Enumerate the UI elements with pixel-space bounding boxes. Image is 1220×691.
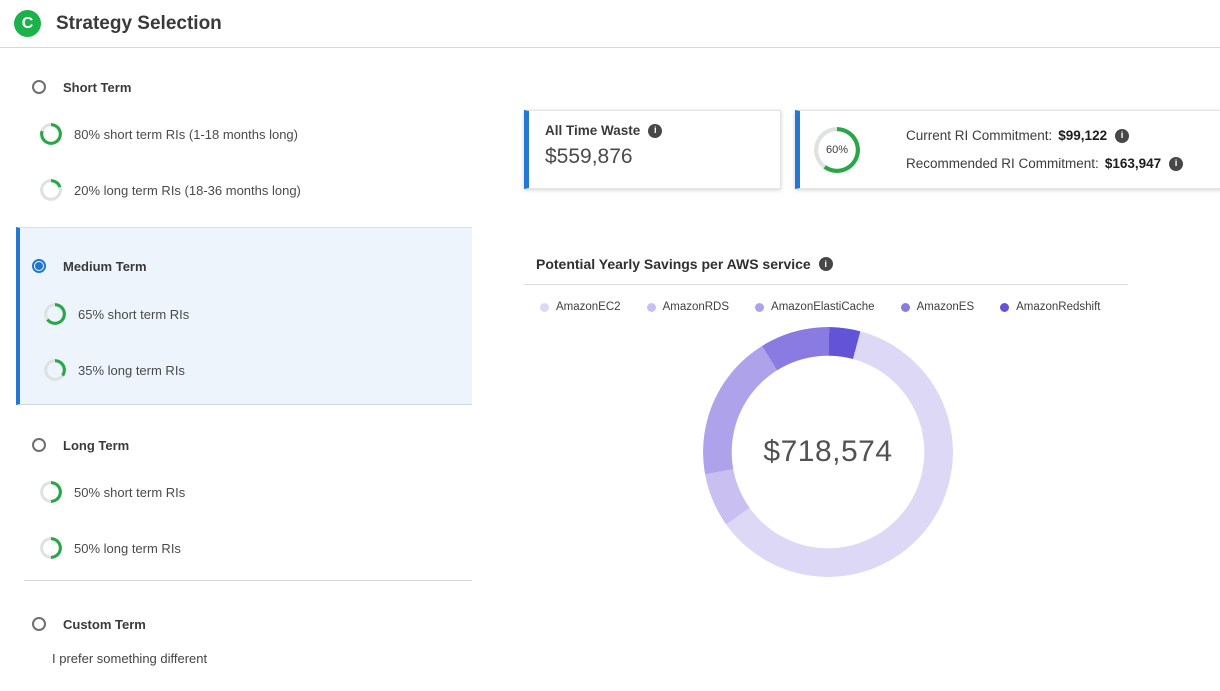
recommended-commitment-value: $163,947 <box>1105 156 1161 171</box>
commitment-ring-label: 60% <box>814 127 860 173</box>
legend-dot <box>755 303 764 312</box>
option-label: 65% short term RIs <box>78 307 189 322</box>
progress-ring-icon <box>44 303 66 325</box>
info-icon[interactable] <box>819 257 833 271</box>
strategy-custom-term[interactable]: Custom Term <box>32 615 146 633</box>
option-label: 35% long term RIs <box>78 363 185 378</box>
radio-short-term[interactable] <box>32 80 46 94</box>
option-row: 50% short term RIs <box>40 481 185 503</box>
legend-item-amazonrds[interactable]: AmazonRDS <box>647 301 729 313</box>
legend-item-amazonec2[interactable]: AmazonEC2 <box>540 301 621 313</box>
option-row: 50% long term RIs <box>40 537 181 559</box>
current-commitment-label: Current RI Commitment: <box>906 128 1052 143</box>
legend-item-amazones[interactable]: AmazonES <box>901 301 975 313</box>
commitment-progress-ring: 60% <box>814 127 860 173</box>
divider <box>524 284 1128 285</box>
progress-ring-icon <box>40 179 62 201</box>
option-row: 80% short term RIs (1-18 months long) <box>40 123 298 145</box>
option-label: 50% long term RIs <box>74 541 181 556</box>
strategy-label: Custom Term <box>63 617 146 632</box>
legend-dot <box>647 303 656 312</box>
legend-item-amazonelasticache[interactable]: AmazonElastiCache <box>755 301 875 313</box>
chart-legend: AmazonEC2 AmazonRDS AmazonElastiCache Am… <box>540 301 1101 313</box>
radio-medium-term[interactable] <box>32 259 46 273</box>
radio-custom-term[interactable] <box>32 617 46 631</box>
option-label: 50% short term RIs <box>74 485 185 500</box>
legend-dot <box>540 303 549 312</box>
legend-dot <box>901 303 910 312</box>
radio-long-term[interactable] <box>32 438 46 452</box>
cloudability-logo-icon: C <box>14 10 41 37</box>
page-header: C Strategy Selection <box>0 0 1220 48</box>
option-row: 65% short term RIs <box>44 303 189 325</box>
legend-dot <box>1000 303 1009 312</box>
legend-item-amazonredshift[interactable]: AmazonRedshift <box>1000 301 1100 313</box>
progress-ring-icon <box>40 537 62 559</box>
strategy-selection-page: C Strategy Selection Short Term 80% shor… <box>0 0 1220 691</box>
option-label: 80% short term RIs (1-18 months long) <box>74 127 298 142</box>
savings-section-header: Potential Yearly Savings per AWS service <box>536 256 833 272</box>
info-icon[interactable] <box>648 124 662 138</box>
option-row: 35% long term RIs <box>44 359 185 381</box>
recommended-commitment-row: Recommended RI Commitment: $163,947 <box>906 156 1183 171</box>
ri-commitment-card: 60% Current RI Commitment: $99,122 Recom… <box>795 110 1220 189</box>
strategy-medium-term[interactable]: Medium Term <box>32 257 147 275</box>
current-commitment-row: Current RI Commitment: $99,122 <box>906 128 1183 143</box>
strategy-label: Long Term <box>63 438 129 453</box>
savings-chart-title: Potential Yearly Savings per AWS service <box>536 256 811 272</box>
custom-term-description: I prefer something different <box>52 651 207 666</box>
current-commitment-value: $99,122 <box>1058 128 1107 143</box>
savings-donut-chart: $718,574 <box>703 327 953 577</box>
info-icon[interactable] <box>1169 157 1183 171</box>
progress-ring-icon <box>40 481 62 503</box>
option-row: 20% long term RIs (18-36 months long) <box>40 179 301 201</box>
strategy-label: Short Term <box>63 80 131 95</box>
info-icon[interactable] <box>1115 129 1129 143</box>
strategy-medium-term-panel[interactable]: Medium Term 65% short term RIs 35% long … <box>16 227 472 405</box>
strategy-short-term[interactable]: Short Term <box>32 78 131 96</box>
waste-card-value: $559,876 <box>545 145 764 169</box>
recommended-commitment-label: Recommended RI Commitment: <box>906 156 1099 171</box>
waste-card-title: All Time Waste <box>545 123 640 138</box>
donut-center-total: $718,574 <box>703 327 953 577</box>
option-label: 20% long term RIs (18-36 months long) <box>74 183 301 198</box>
progress-ring-icon <box>44 359 66 381</box>
all-time-waste-card: All Time Waste $559,876 <box>524 110 781 189</box>
divider <box>24 580 472 581</box>
strategy-long-term[interactable]: Long Term <box>32 436 129 454</box>
strategy-label: Medium Term <box>63 259 147 274</box>
page-title: Strategy Selection <box>56 13 222 35</box>
progress-ring-icon <box>40 123 62 145</box>
